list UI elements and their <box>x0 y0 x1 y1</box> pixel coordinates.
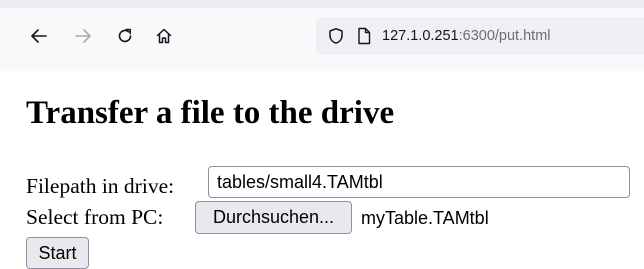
filepath-label: Filepath in drive: <box>26 174 175 198</box>
forward-button[interactable] <box>69 22 97 50</box>
home-icon <box>156 28 172 44</box>
shield-icon <box>329 28 343 44</box>
browser-toolbar: 127.1.0.251:6300/put.html <box>0 0 644 71</box>
browse-button[interactable]: Durchsuchen... <box>195 201 352 234</box>
arrow-left-icon <box>31 29 47 43</box>
url-host: 127.1.0.251 <box>382 28 459 44</box>
arrow-right-icon <box>75 29 91 43</box>
back-button[interactable] <box>25 22 53 50</box>
select-file-label: Select from PC: <box>26 205 164 229</box>
filepath-input[interactable]: tables/small4.TAMtbl <box>208 166 630 198</box>
reload-button[interactable] <box>111 22 139 50</box>
home-button[interactable] <box>150 22 178 50</box>
url-bar[interactable]: 127.1.0.251:6300/put.html <box>316 17 644 55</box>
page-title: Transfer a file to the drive <box>26 95 395 131</box>
page-icon <box>358 27 371 45</box>
start-button[interactable]: Start <box>26 237 89 269</box>
url-path: :6300/put.html <box>458 28 551 44</box>
tab-strip-edge <box>0 0 644 8</box>
reload-icon <box>118 28 132 43</box>
site-info-button[interactable] <box>354 17 374 55</box>
selected-file-name: myTable.TAMtbl <box>361 208 489 228</box>
tracking-protection-button[interactable] <box>324 17 348 55</box>
url-text[interactable]: 127.1.0.251:6300/put.html <box>382 27 551 45</box>
